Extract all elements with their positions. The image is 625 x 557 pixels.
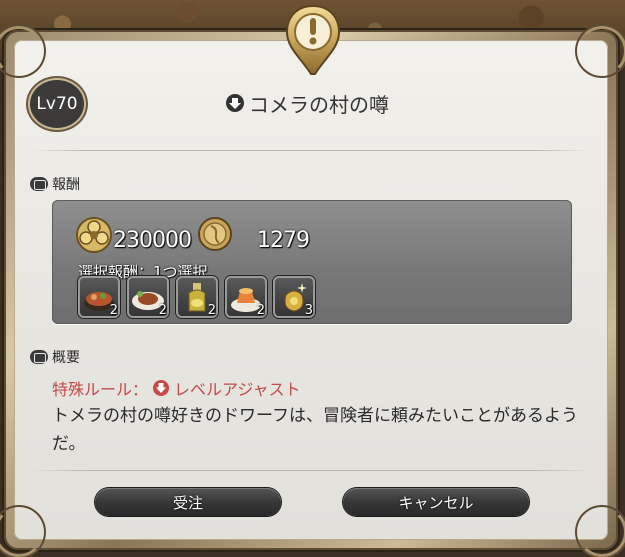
quest-title: コメラの村の噂: [225, 88, 389, 118]
item-quantity: 2: [158, 303, 167, 318]
frame-corner-ornament: [577, 507, 625, 557]
summary-heading-text: 概要: [52, 350, 80, 366]
level-badge: Lv70: [30, 80, 84, 128]
seal-value: 1279: [257, 228, 310, 253]
rewards-heading-text: 報酬: [52, 177, 80, 193]
rewards-heading: 報酬: [30, 174, 80, 194]
frame-corner-ornament: [577, 26, 625, 76]
divider: [30, 150, 592, 151]
gil-value: 230000: [113, 228, 192, 253]
quest-title-text: コメラの村の噂: [249, 92, 389, 117]
special-rule: 特殊ルール： レベルアジャスト: [52, 376, 301, 400]
summary-heading: 概要: [30, 347, 80, 367]
item-quantity: 2: [256, 303, 265, 318]
reward-item-slot[interactable]: 3: [273, 276, 315, 318]
item-quantity: 2: [207, 303, 216, 318]
reward-item-slot[interactable]: 2: [225, 276, 267, 318]
item-quantity: 3: [304, 303, 313, 318]
seal-coin-icon: [198, 217, 232, 251]
reward-item-slot[interactable]: 2: [127, 276, 169, 318]
gil-icon: [76, 217, 112, 253]
cancel-button[interactable]: キャンセル: [343, 488, 529, 516]
reward-item-slot[interactable]: 2: [78, 276, 120, 318]
reward-item-slot[interactable]: 2: [176, 276, 218, 318]
quest-summary-text: トメラの村の噂好きのドワーフは、冒険者に頼みたいことがあるようだ。: [52, 406, 578, 454]
divider: [30, 470, 592, 471]
accept-button[interactable]: 受注: [95, 488, 281, 516]
book-icon: [30, 177, 48, 191]
level-adjust-icon: [153, 380, 170, 396]
down-arrow-circle-icon: [226, 94, 244, 112]
quest-exclamation-icon: [285, 4, 341, 75]
book-icon: [30, 350, 48, 364]
special-rule-label: 特殊ルール：: [52, 380, 149, 399]
special-rule-name: レベルアジャスト: [174, 380, 301, 399]
item-quantity: 2: [109, 303, 118, 318]
